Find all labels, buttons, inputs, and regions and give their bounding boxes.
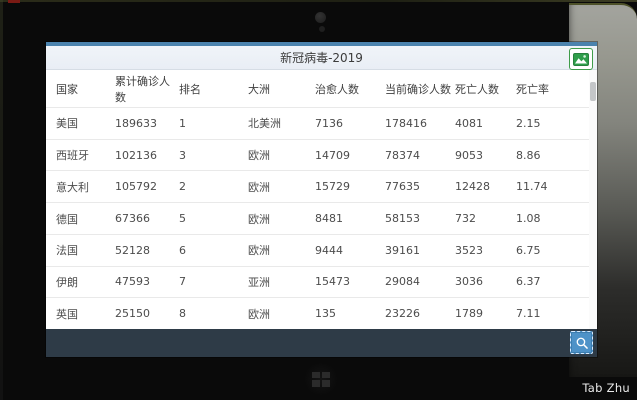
cell-deaths: 3036 — [455, 275, 516, 288]
table-row[interactable]: 法国 52128 6 欧洲 9444 39161 3523 6.75 — [46, 234, 597, 266]
cell-rank: 5 — [179, 212, 248, 225]
cell-country: 法国 — [56, 242, 115, 258]
cell-total-confirmed: 189633 — [115, 117, 179, 130]
vertical-scrollbar[interactable] — [589, 70, 597, 329]
cell-total-confirmed: 47593 — [115, 275, 179, 288]
scrollbar-thumb[interactable] — [590, 82, 596, 101]
cell-deaths: 12428 — [455, 180, 516, 193]
cell-current-confirmed: 78374 — [385, 149, 455, 162]
column-header-deaths[interactable]: 死亡人数 — [455, 81, 516, 97]
cell-country: 伊朗 — [56, 274, 115, 290]
cell-death-rate: 8.86 — [516, 149, 597, 162]
bezel-edge-left — [0, 0, 3, 400]
cell-current-confirmed: 77635 — [385, 180, 455, 193]
cell-cured: 135 — [315, 307, 385, 320]
cell-total-confirmed: 67366 — [115, 212, 179, 225]
cell-continent: 欧洲 — [248, 211, 315, 227]
table-body: 美国 189633 1 北美洲 7136 178416 4081 2.15 西班… — [46, 107, 597, 329]
table-header-row: 国家 累计确诊人数 排名 大洲 治愈人数 当前确诊人数 死亡人数 死亡率 — [46, 70, 597, 107]
red-indicator-light — [8, 0, 20, 3]
table-row[interactable]: 伊朗 47593 7 亚洲 15473 29084 3036 6.37 — [46, 266, 597, 298]
cell-current-confirmed: 39161 — [385, 244, 455, 257]
column-header-country[interactable]: 国家 — [56, 81, 115, 97]
cell-deaths: 9053 — [455, 149, 516, 162]
cell-death-rate: 7.11 — [516, 307, 597, 320]
titlebar: 新冠病毒-2019 — [46, 46, 597, 70]
cell-continent: 北美洲 — [248, 115, 315, 131]
cell-country: 英国 — [56, 306, 115, 322]
cell-cured: 9444 — [315, 244, 385, 257]
cell-country: 意大利 — [56, 179, 115, 195]
cell-cured: 15729 — [315, 180, 385, 193]
cell-cured: 15473 — [315, 275, 385, 288]
table-row[interactable]: 英国 25150 8 欧洲 135 23226 1789 7.11 — [46, 297, 597, 329]
cell-continent: 欧洲 — [248, 179, 315, 195]
camera-indicator — [319, 26, 325, 32]
search-icon — [575, 336, 589, 350]
device-brand-label: Tab Zhu — [582, 381, 630, 395]
cell-rank: 1 — [179, 117, 248, 130]
cell-total-confirmed: 105792 — [115, 180, 179, 193]
column-header-rank[interactable]: 排名 — [179, 81, 248, 97]
cell-current-confirmed: 58153 — [385, 212, 455, 225]
windows-home-button[interactable] — [303, 363, 339, 395]
covid-table: 国家 累计确诊人数 排名 大洲 治愈人数 当前确诊人数 死亡人数 死亡率 美国 … — [46, 70, 597, 329]
cell-death-rate: 11.74 — [516, 180, 597, 193]
export-image-button[interactable] — [569, 48, 593, 70]
camera-icon — [315, 12, 326, 23]
cell-total-confirmed: 102136 — [115, 149, 179, 162]
table-row[interactable]: 西班牙 102136 3 欧洲 14709 78374 9053 8.86 — [46, 139, 597, 171]
cell-country: 美国 — [56, 115, 115, 131]
cell-death-rate: 6.37 — [516, 275, 597, 288]
cell-cured: 7136 — [315, 117, 385, 130]
cell-total-confirmed: 52128 — [115, 244, 179, 257]
cell-death-rate: 2.15 — [516, 117, 597, 130]
column-header-continent[interactable]: 大洲 — [248, 81, 315, 97]
column-header-current-confirmed[interactable]: 当前确诊人数 — [385, 81, 455, 97]
cell-death-rate: 6.75 — [516, 244, 597, 257]
cell-continent: 欧洲 — [248, 147, 315, 163]
column-header-cured[interactable]: 治愈人数 — [315, 81, 385, 97]
cell-total-confirmed: 25150 — [115, 307, 179, 320]
cell-current-confirmed: 178416 — [385, 117, 455, 130]
bezel-edge — [0, 0, 637, 2]
windows-logo-icon — [312, 372, 330, 387]
cell-deaths: 4081 — [455, 117, 516, 130]
cell-country: 德国 — [56, 211, 115, 227]
cell-death-rate: 1.08 — [516, 212, 597, 225]
app-window: 新冠病毒-2019 国家 累计确诊人数 排名 大洲 治愈人数 当前确诊人数 死亡… — [46, 42, 597, 357]
status-bar — [46, 329, 597, 357]
table-row[interactable]: 意大利 105792 2 欧洲 15729 77635 12428 11.74 — [46, 170, 597, 202]
tablet-device: 新冠病毒-2019 国家 累计确诊人数 排名 大洲 治愈人数 当前确诊人数 死亡… — [0, 0, 637, 400]
cell-country: 西班牙 — [56, 147, 115, 163]
cell-rank: 7 — [179, 275, 248, 288]
cell-rank: 2 — [179, 180, 248, 193]
cell-deaths: 1789 — [455, 307, 516, 320]
cell-deaths: 3523 — [455, 244, 516, 257]
cell-cured: 8481 — [315, 212, 385, 225]
table-row[interactable]: 美国 189633 1 北美洲 7136 178416 4081 2.15 — [46, 107, 597, 139]
cell-deaths: 732 — [455, 212, 516, 225]
cell-rank: 6 — [179, 244, 248, 257]
search-button[interactable] — [570, 331, 593, 354]
column-header-death-rate[interactable]: 死亡率 — [516, 81, 597, 97]
window-title: 新冠病毒-2019 — [280, 49, 363, 66]
cell-current-confirmed: 23226 — [385, 307, 455, 320]
table-row[interactable]: 德国 67366 5 欧洲 8481 58153 732 1.08 — [46, 202, 597, 234]
column-header-total-confirmed[interactable]: 累计确诊人数 — [115, 73, 179, 105]
cell-rank: 8 — [179, 307, 248, 320]
image-icon — [573, 53, 589, 66]
cell-continent: 亚洲 — [248, 274, 315, 290]
cell-current-confirmed: 29084 — [385, 275, 455, 288]
cell-cured: 14709 — [315, 149, 385, 162]
cell-continent: 欧洲 — [248, 242, 315, 258]
cell-rank: 3 — [179, 149, 248, 162]
cell-continent: 欧洲 — [248, 306, 315, 322]
